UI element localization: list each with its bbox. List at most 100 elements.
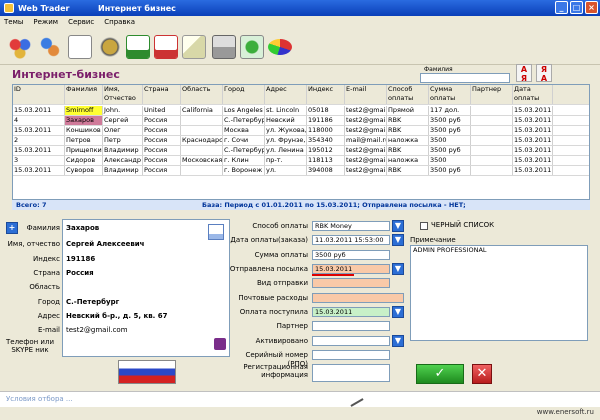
table-cell: Россия: [143, 166, 181, 175]
table-cell: 3500 руб: [429, 116, 471, 125]
column-header[interactable]: Дата оплаты: [513, 85, 553, 104]
menu-themes[interactable]: Темы: [4, 18, 23, 26]
column-header[interactable]: Область: [181, 85, 223, 104]
note-textarea[interactable]: ADMIN PROFESSIONAL: [410, 245, 588, 341]
column-header[interactable]: ID: [13, 85, 65, 104]
mail-icon[interactable]: [182, 35, 206, 59]
menu-service[interactable]: Сервис: [68, 18, 94, 26]
table-cell: ул. Фрунзе,: [266, 136, 307, 145]
amount-input[interactable]: 3500 руб: [312, 250, 390, 260]
column-header[interactable]: Адрес: [265, 85, 307, 104]
email-value[interactable]: test2@gmail.com: [66, 326, 128, 335]
table-cell: Захаров: [65, 116, 103, 125]
sort-az-icon[interactable]: АЯ: [516, 64, 532, 83]
table-cell: 118000: [307, 126, 345, 135]
column-header[interactable]: E-mail: [345, 85, 387, 104]
received-date-picker-icon[interactable]: ▼: [392, 306, 404, 318]
menu-help[interactable]: Справка: [104, 18, 135, 26]
label-region: Область: [29, 283, 60, 291]
index-value[interactable]: 191186: [66, 255, 95, 264]
users-icon[interactable]: [8, 35, 32, 59]
table-row[interactable]: 15.03.2011 Суворов Владимир Россия г. Вороне…: [13, 166, 589, 176]
name-value[interactable]: Сергей Алексеевич: [66, 240, 144, 249]
column-header[interactable]: Имя, Отчество: [103, 85, 143, 104]
table-cell: Олег: [103, 126, 143, 135]
save-button[interactable]: ✓: [416, 364, 464, 384]
activated-input[interactable]: [312, 336, 390, 346]
printer-icon[interactable]: [212, 35, 236, 59]
chart-icon[interactable]: [268, 39, 292, 55]
table-row[interactable]: 4 Захаров Сергей Россия С.-Петербург Невский 1…: [13, 116, 589, 126]
contacts-icon[interactable]: [38, 35, 62, 59]
sort-za-icon[interactable]: ЯА: [536, 64, 552, 83]
table-cell: 354340: [307, 136, 345, 145]
serial-input[interactable]: [312, 350, 390, 360]
pay-date-input[interactable]: 11.03.2011 15:53:00: [312, 235, 390, 245]
table-cell: Россия: [143, 146, 181, 155]
received-date-input[interactable]: 15.03.2011: [312, 307, 390, 317]
column-header[interactable]: Партнер: [471, 85, 513, 104]
export-excel-icon[interactable]: [126, 35, 150, 59]
table-row[interactable]: 2ПетровПетрРоссияКраснодарскийг. Сочиул.…: [13, 136, 589, 146]
address-value[interactable]: Невский б-р., д. 5, кв. 67: [66, 312, 167, 321]
table-cell: С.-Петербург: [224, 146, 265, 155]
column-header[interactable]: Индекс: [307, 85, 345, 104]
surname-value[interactable]: Захаров: [66, 224, 99, 233]
search-input[interactable]: [420, 73, 510, 83]
phone-icon[interactable]: [214, 338, 226, 350]
table-cell: 15.03.2011: [514, 126, 553, 135]
post-cost-input[interactable]: [312, 293, 404, 303]
maximize-button[interactable]: □: [570, 1, 583, 14]
table-cell: Los Angeles: [223, 106, 265, 115]
app-icon: [4, 3, 14, 13]
copy-icon[interactable]: [208, 224, 224, 240]
column-header[interactable]: Способ оплаты: [387, 85, 429, 104]
filter-bar[interactable]: Условия отбора ...: [0, 391, 600, 407]
menu-mode[interactable]: Режим: [33, 18, 58, 26]
table-cell: test2@gmail.com: [346, 126, 387, 135]
pay-date-picker-icon[interactable]: ▼: [392, 234, 404, 246]
table-row[interactable]: 15.03.2011 Прищепкин Владимир Россия С.-Пете…: [13, 146, 589, 156]
table-cell: Петров: [65, 136, 103, 145]
ship-type-input[interactable]: [312, 278, 390, 288]
label-index: Индекс: [32, 255, 60, 263]
table-row[interactable]: 3 Сидоров Александр Россия Московская г. Клин…: [13, 156, 589, 166]
cancel-button[interactable]: ✕: [472, 364, 492, 384]
pay-method-select[interactable]: RBK Money: [312, 221, 390, 231]
close-button[interactable]: ×: [585, 1, 598, 14]
table-cell: RBK: [387, 126, 429, 135]
column-header[interactable]: Сумма оплаты: [429, 85, 471, 104]
pay-method-dropdown-icon[interactable]: ▼: [392, 220, 404, 232]
label-surname: Фамилия: [26, 224, 60, 232]
refresh-icon[interactable]: [240, 35, 264, 59]
pen-icon[interactable]: [346, 391, 364, 407]
country-value[interactable]: Россия: [66, 269, 94, 278]
column-header[interactable]: Страна: [143, 85, 181, 104]
column-header[interactable]: Фамилия: [65, 85, 103, 104]
menu-bar: Темы Режим Сервис Справка: [0, 16, 600, 28]
label-country: Страна: [33, 269, 60, 277]
partner-input[interactable]: [312, 321, 390, 331]
table-row[interactable]: 15.03.2011 Smirnoff John. United California L…: [13, 106, 589, 116]
sent-underline: [312, 274, 354, 276]
column-header[interactable]: Город: [223, 85, 265, 104]
table-cell: Smirnoff: [65, 106, 103, 115]
reginfo-input[interactable]: [312, 364, 390, 382]
page-title: Интернет-бизнес: [12, 68, 120, 81]
city-value[interactable]: С.-Петербург: [66, 298, 119, 307]
delete-record-icon[interactable]: [154, 35, 178, 59]
sent-date-input[interactable]: 15.03.2011: [312, 264, 390, 274]
table-cell: 15.03.2011: [514, 106, 553, 115]
new-document-icon[interactable]: [68, 35, 92, 59]
activated-picker-icon[interactable]: ▼: [392, 335, 404, 347]
blacklist-checkbox[interactable]: [420, 222, 428, 230]
filter-placeholder: Условия отбора ...: [6, 395, 73, 403]
settings-icon[interactable]: [98, 35, 122, 59]
table-cell: Московская: [182, 156, 223, 165]
mid-label: Партнер: [276, 322, 308, 330]
mid-label: Дата оплаты(заказа): [230, 236, 308, 244]
sent-date-picker-icon[interactable]: ▼: [392, 263, 404, 275]
table-row[interactable]: 15.03.2011 Коншиков Олег Россия Москва ул. Жу…: [13, 126, 589, 136]
watermark: www.enersoft.ru: [536, 408, 594, 416]
minimize-button[interactable]: _: [555, 1, 568, 14]
